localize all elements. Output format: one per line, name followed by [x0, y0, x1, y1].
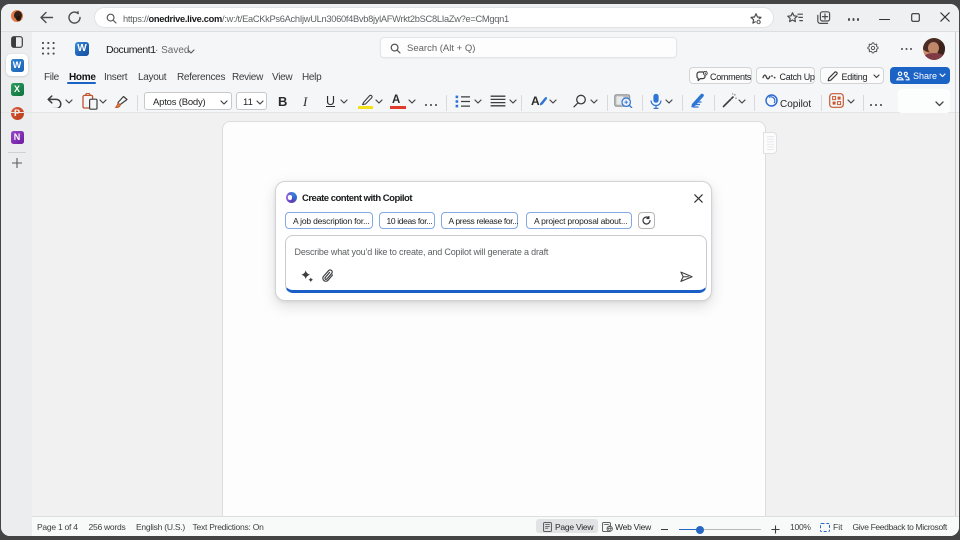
svg-text:A: A: [531, 94, 540, 107]
